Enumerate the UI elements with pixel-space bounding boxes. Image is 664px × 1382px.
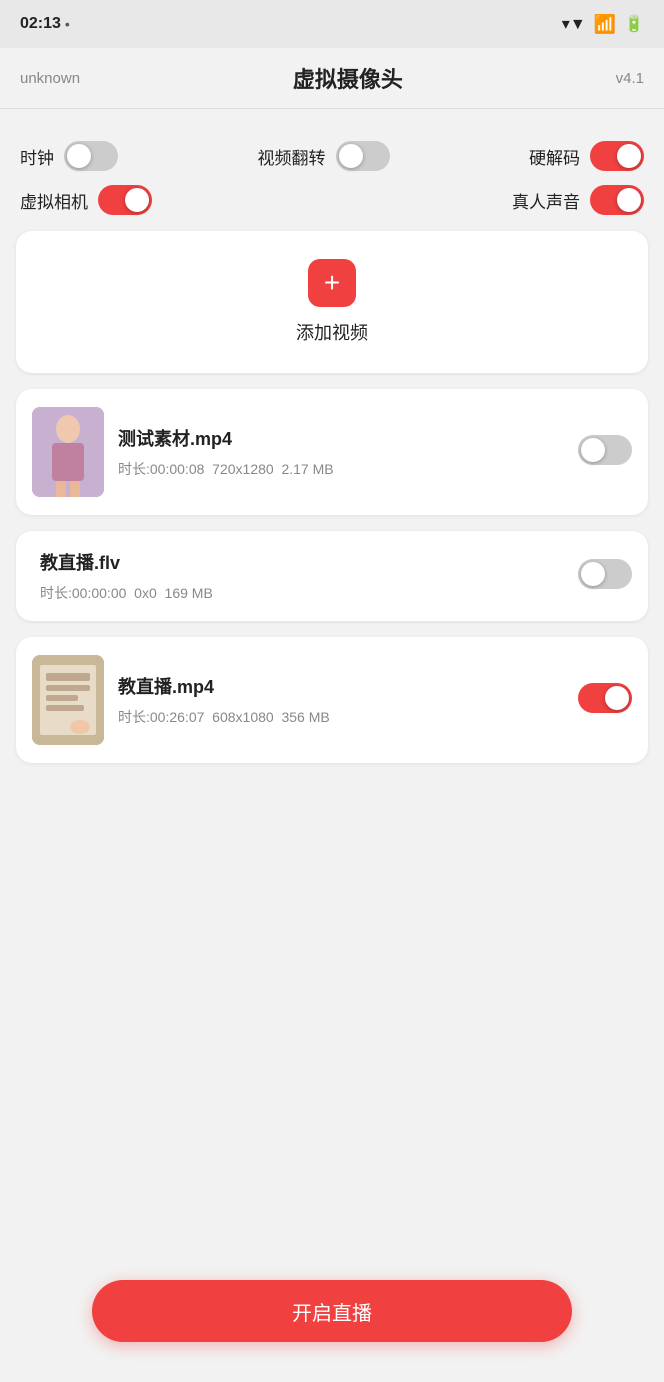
status-bar: 02:13 • ▾▼ 📶 🔋	[0, 0, 664, 48]
toggle-harddecode-item: 硬解码	[529, 141, 644, 171]
videoflip-toggle[interactable]	[336, 141, 390, 171]
video-switch-knob-2	[581, 562, 605, 586]
toggle-row-1: 时钟 视频翻转 硬解码	[0, 125, 664, 181]
video-toggle-3	[578, 683, 632, 718]
app-title: 虚拟摄像头	[293, 62, 403, 94]
video-card-2: 教直播.flv 时长:00:00:00 0x0 169 MB	[16, 531, 648, 621]
video-thumbnail-image-3	[32, 655, 104, 745]
toggle-realvoice-item: 真人声音	[512, 185, 644, 215]
app-version: v4.1	[616, 70, 644, 87]
start-live-label: 开启直播	[292, 1297, 372, 1326]
virtualcamera-label: 虚拟相机	[20, 188, 88, 213]
main-content: 时钟 视频翻转 硬解码 虚拟相机 真人声音	[0, 125, 664, 899]
video-thumbnail-1	[32, 407, 104, 497]
toggle-videoflip-item: 视频翻转	[258, 141, 390, 171]
toggle-clock-item: 时钟	[20, 141, 118, 171]
video-duration-2: 时长:00:00:00	[40, 585, 126, 601]
video-resolution-3: 608x1080	[212, 709, 274, 725]
video-switch-1[interactable]	[578, 435, 632, 465]
video-meta-3: 时长:00:26:07 608x1080 356 MB	[118, 707, 564, 727]
realvoice-label: 真人声音	[512, 188, 580, 213]
video-name-1: 测试素材.mp4	[118, 425, 564, 451]
video-size-1: 2.17 MB	[281, 461, 333, 477]
video-thumbnail-3	[32, 655, 104, 745]
videoflip-label: 视频翻转	[258, 144, 326, 169]
video-thumbnail-image-1	[32, 407, 104, 497]
status-time: 02:13	[20, 15, 61, 33]
video-info-2: 教直播.flv 时长:00:00:00 0x0 169 MB	[32, 549, 564, 603]
harddecode-toggle-knob	[617, 144, 641, 168]
video-switch-knob-3	[605, 686, 629, 710]
battery-icon: 🔋	[624, 14, 644, 34]
toggle-virtualcamera-item: 虚拟相机	[20, 185, 152, 215]
clock-toggle[interactable]	[64, 141, 118, 171]
clock-label: 时钟	[20, 144, 54, 169]
video-switch-3[interactable]	[578, 683, 632, 713]
video-resolution-1: 720x1280	[212, 461, 274, 477]
header-divider	[0, 108, 664, 109]
wifi-icon: ▾▼	[562, 14, 586, 34]
video-switch-knob-1	[581, 438, 605, 462]
video-size-3: 356 MB	[281, 709, 329, 725]
start-live-button[interactable]: 开启直播	[92, 1280, 572, 1342]
video-duration-1: 时长:00:00:08	[118, 461, 204, 477]
clock-toggle-knob	[67, 144, 91, 168]
videoflip-toggle-knob	[339, 144, 363, 168]
realvoice-toggle[interactable]	[590, 185, 644, 215]
add-video-card[interactable]: + 添加视频	[16, 231, 648, 373]
realvoice-toggle-knob	[617, 188, 641, 212]
video-switch-2[interactable]	[578, 559, 632, 589]
video-info-3: 教直播.mp4 时长:00:26:07 608x1080 356 MB	[118, 673, 564, 727]
video-size-2: 169 MB	[165, 585, 213, 601]
add-video-button[interactable]: +	[308, 259, 356, 307]
plus-icon: +	[324, 269, 340, 297]
toggle-row-2: 虚拟相机 真人声音	[0, 181, 664, 231]
video-name-3: 教直播.mp4	[118, 673, 564, 699]
harddecode-toggle[interactable]	[590, 141, 644, 171]
video-card-3: 教直播.mp4 时长:00:26:07 608x1080 356 MB	[16, 637, 648, 763]
app-header: unknown 虚拟摄像头 v4.1	[0, 48, 664, 108]
add-video-label: 添加视频	[296, 319, 368, 345]
app-unknown-label: unknown	[20, 70, 80, 87]
video-info-1: 测试素材.mp4 时长:00:00:08 720x1280 2.17 MB	[118, 425, 564, 479]
video-toggle-1	[578, 435, 632, 470]
video-meta-2: 时长:00:00:00 0x0 169 MB	[40, 583, 564, 603]
video-meta-1: 时长:00:00:08 720x1280 2.17 MB	[118, 459, 564, 479]
video-name-2: 教直播.flv	[40, 549, 564, 575]
wifi-icon-shape: 📶	[594, 14, 616, 35]
video-duration-3: 时长:00:26:07	[118, 709, 204, 725]
virtualcamera-toggle[interactable]	[98, 185, 152, 215]
video-resolution-2: 0x0	[134, 585, 157, 601]
status-icons: ▾▼ 📶 🔋	[562, 14, 644, 35]
status-dot: •	[65, 16, 70, 32]
video-card-1: 测试素材.mp4 时长:00:00:08 720x1280 2.17 MB	[16, 389, 648, 515]
virtualcamera-toggle-knob	[125, 188, 149, 212]
video-toggle-2	[578, 559, 632, 594]
harddecode-label: 硬解码	[529, 144, 580, 169]
